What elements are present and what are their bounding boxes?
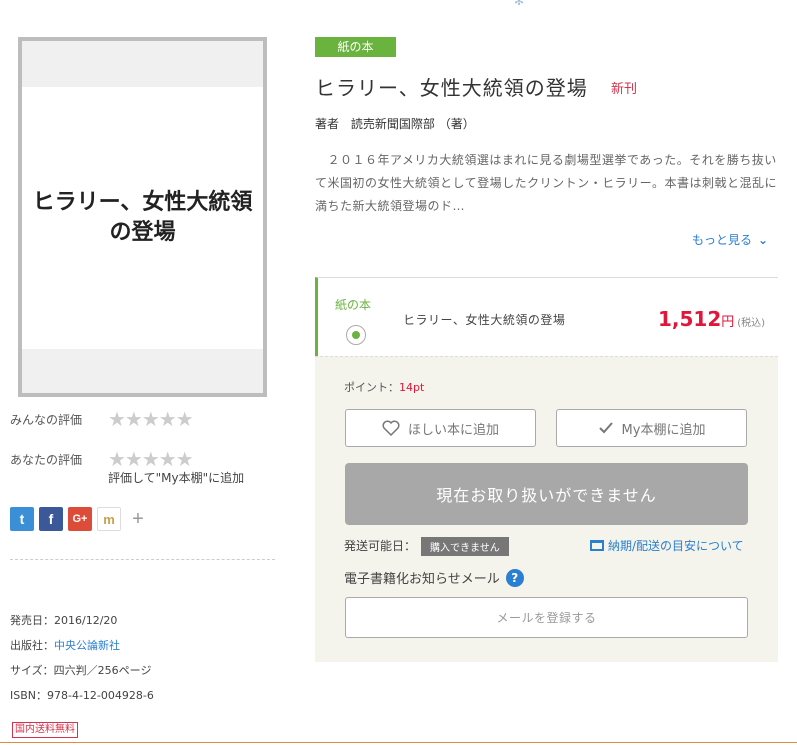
isbn: ISBN：978-4-12-004928-6 (10, 689, 154, 702)
paper-book-badge: 紙の本 (315, 37, 396, 57)
cover-title-line2: の登場 (109, 220, 176, 245)
publisher-label: 出版社： (10, 639, 54, 652)
free-shipping-badge: 国内送料無料 (12, 722, 78, 738)
wishlist-label: ほしい本に追加 (407, 422, 499, 438)
price-tax-note: (税込) (737, 318, 766, 329)
googleplus-share-icon[interactable]: G+ (68, 507, 92, 531)
delivery-info-link[interactable]: 納期/配送の目安について (590, 537, 744, 554)
ship-status-badge: 購入できません (421, 537, 509, 556)
ship-date-label: 発送可能日： (344, 539, 417, 553)
loading-spinner-icon: ✻ (513, 0, 525, 8)
mixi-share-icon[interactable]: m (97, 507, 121, 531)
new-release-badge: 新刊 (611, 82, 638, 97)
book-size: サイズ：四六判／256ページ (10, 664, 152, 677)
book-cover-title: ヒラリー、女性大統領 の登場 (33, 188, 253, 248)
author-role: （著） (438, 117, 475, 131)
purchase-panel: ポイント：14pt ほしい本に追加 My本棚に追加 現在お取り扱いができません … (315, 356, 778, 662)
calendar-icon (590, 540, 604, 551)
book-cover-image[interactable]: ヒラリー、女性大統領 の登場 (18, 37, 267, 397)
your-rating-stars[interactable]: ★★★★★ (108, 447, 194, 471)
register-mail-button[interactable]: メールを登録する (345, 597, 748, 638)
checkmark-icon (598, 422, 613, 434)
unavailable-button: 現在お取り扱いができません (345, 463, 748, 525)
add-to-bookshelf-button[interactable]: My本棚に追加 (556, 409, 747, 447)
points-row: ポイント：14pt (344, 379, 424, 395)
price: 1,512円 (税込) (658, 307, 765, 331)
ebook-notify-label: 電子書籍化お知らせメール (344, 572, 500, 587)
author-name[interactable]: 読売新聞国際部 (351, 117, 435, 131)
your-rating-label: あなたの評価 (10, 453, 83, 467)
ebook-notify-row: 電子書籍化お知らせメール ? (344, 568, 524, 587)
add-to-wishlist-button[interactable]: ほしい本に追加 (345, 409, 536, 447)
points-value: 14pt (399, 381, 425, 394)
delivery-info-label: 納期/配送の目安について (608, 539, 744, 553)
format-radio[interactable] (346, 325, 366, 345)
book-title: ヒラリー、女性大統領の登場 (315, 76, 588, 100)
social-share-bar: t f G+ m + (10, 507, 150, 531)
book-description: ２０１６年アメリカ大統領選はまれに見る劇場型選挙であった。それを勝ち抜いて米国初… (315, 153, 778, 213)
format-title: ヒラリー、女性大統領の登場 (403, 313, 566, 327)
help-icon[interactable]: ? (505, 568, 524, 587)
author-row: 著者 読売新聞国際部 （著） (315, 115, 475, 132)
price-value: 1,512 (658, 307, 722, 331)
rate-hint-text: 評価して"My本棚"に追加 (108, 471, 245, 485)
price-currency: 円 (721, 315, 735, 330)
show-more-label: もっと見る (692, 233, 753, 247)
more-share-icon[interactable]: + (126, 507, 150, 531)
facebook-share-icon[interactable]: f (39, 507, 63, 531)
points-label: ポイント： (344, 381, 399, 394)
show-more-link[interactable]: もっと見る ⌄ (692, 231, 768, 248)
format-option-paper[interactable]: 紙の本 ヒラリー、女性大統領の登場 1,512円 (税込) (315, 277, 778, 356)
bookshelf-label: My本棚に追加 (621, 422, 706, 438)
publisher-row: 出版社：中央公論新社 (10, 637, 120, 653)
author-label: 著者 (315, 117, 340, 131)
twitter-share-icon[interactable]: t (10, 507, 34, 531)
everyone-rating-row: みんなの評価 ★★★★★ (10, 407, 194, 431)
publisher-link[interactable]: 中央公論新社 (54, 639, 120, 652)
heart-icon (382, 420, 400, 436)
chevron-down-icon: ⌄ (758, 233, 769, 247)
everyone-rating-stars: ★★★★★ (108, 407, 194, 431)
cover-title-line1: ヒラリー、女性大統領 (32, 190, 253, 215)
bottom-divider (0, 742, 797, 743)
left-divider (10, 559, 275, 560)
format-label: 紙の本 (335, 298, 372, 312)
everyone-rating-label: みんなの評価 (10, 413, 83, 427)
release-date: 発売日：2016/12/20 (10, 614, 118, 627)
book-cover-face: ヒラリー、女性大統領 の登場 (22, 87, 263, 349)
your-rating-row: あなたの評価 ★★★★★ (10, 447, 194, 471)
